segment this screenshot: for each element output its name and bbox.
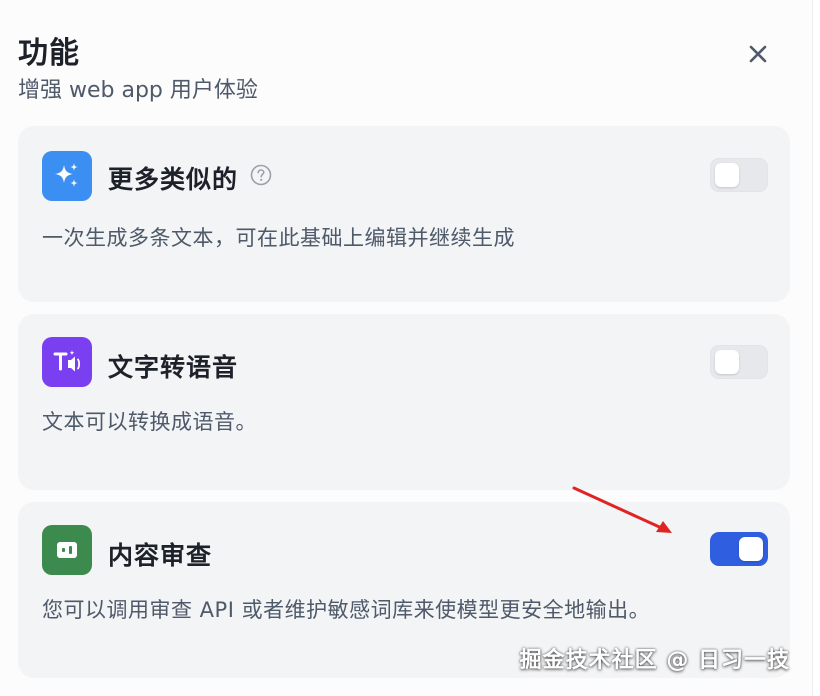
help-icon[interactable] xyxy=(250,164,272,186)
feature-description: 一次生成多条文本，可在此基础上编辑并继续生成 xyxy=(42,226,515,250)
moderation-icon xyxy=(42,525,92,575)
toggle-knob xyxy=(715,350,739,374)
toggle-knob xyxy=(739,537,763,561)
feature-card-text-to-speech: 文字转语音 文本可以转换成语音。 xyxy=(18,314,790,490)
more-like-this-toggle[interactable] xyxy=(710,158,768,192)
feature-title: 文字转语音 xyxy=(108,353,239,382)
features-panel: 功能 增强 web app 用户体验 更多类似的 一次生成多条文本，可在此基础上 xyxy=(0,0,813,696)
feature-card-more-like-this: 更多类似的 一次生成多条文本，可在此基础上编辑并继续生成 xyxy=(18,126,790,302)
feature-title: 更多类似的 xyxy=(108,165,239,194)
panel-subtitle: 增强 web app 用户体验 xyxy=(18,78,258,103)
panel-title: 功能 xyxy=(18,36,80,71)
text-to-speech-toggle[interactable] xyxy=(710,345,768,379)
feature-description: 您可以调用审查 API 或者维护敏感词库来使模型更安全地输出。 xyxy=(42,598,651,622)
annotation-arrow-icon xyxy=(572,486,672,533)
sparkles-icon xyxy=(42,151,92,201)
close-icon xyxy=(749,45,767,63)
text-to-speech-icon xyxy=(42,337,92,387)
moderation-toggle[interactable] xyxy=(710,532,768,566)
watermark: 掘金技术社区 @ 日习一技 xyxy=(519,648,790,673)
feature-title: 内容审查 xyxy=(108,541,213,570)
feature-description: 文本可以转换成语音。 xyxy=(42,410,257,434)
close-button[interactable] xyxy=(740,36,776,72)
toggle-knob xyxy=(715,163,739,187)
